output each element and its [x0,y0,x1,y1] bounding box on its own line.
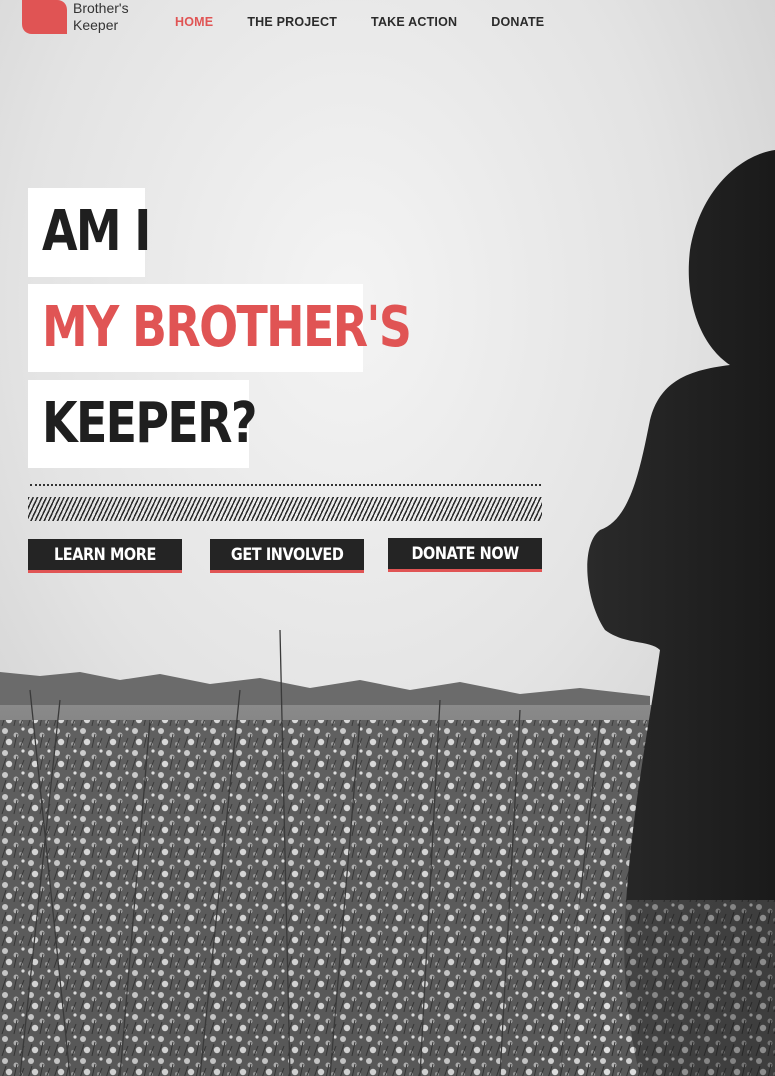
nav-take-action[interactable]: TAKE ACTION [371,15,457,29]
page: Brother's Keeper HOME THE PROJECT TAKE A… [0,0,775,1076]
brand-logo[interactable]: Brother's Keeper [22,0,129,36]
nav-donate[interactable]: DONATE [491,15,544,29]
divider-dotted [30,484,541,486]
donate-now-label: DONATE NOW [411,543,519,564]
headline-line-3-text: KEEPER? [42,391,258,456]
headline-line-2-text: MY BROTHER'S [42,295,412,360]
headline-line-2: MY BROTHER'S [28,284,412,372]
brand-name-line2: Keeper [73,17,119,33]
brand-name-line1: Brother's [73,0,129,16]
headline-line-3: KEEPER? [28,380,258,468]
divider-hatched [28,497,542,521]
headline-line-1-text: AM I [42,199,151,264]
headline-line-1: AM I [28,188,151,277]
get-involved-label: GET INVOLVED [230,544,344,565]
nav-the-project[interactable]: THE PROJECT [247,15,337,29]
nav-home[interactable]: HOME [175,15,213,29]
donate-now-button[interactable]: DONATE NOW [388,538,542,572]
learn-more-label: LEARN MORE [54,544,156,565]
brand-name: Brother's Keeper [73,0,129,34]
heart-icon [22,0,67,34]
get-involved-button[interactable]: GET INVOLVED [210,539,364,573]
learn-more-button[interactable]: LEARN MORE [28,539,182,573]
main-nav: HOME THE PROJECT TAKE ACTION DONATE [175,15,578,29]
